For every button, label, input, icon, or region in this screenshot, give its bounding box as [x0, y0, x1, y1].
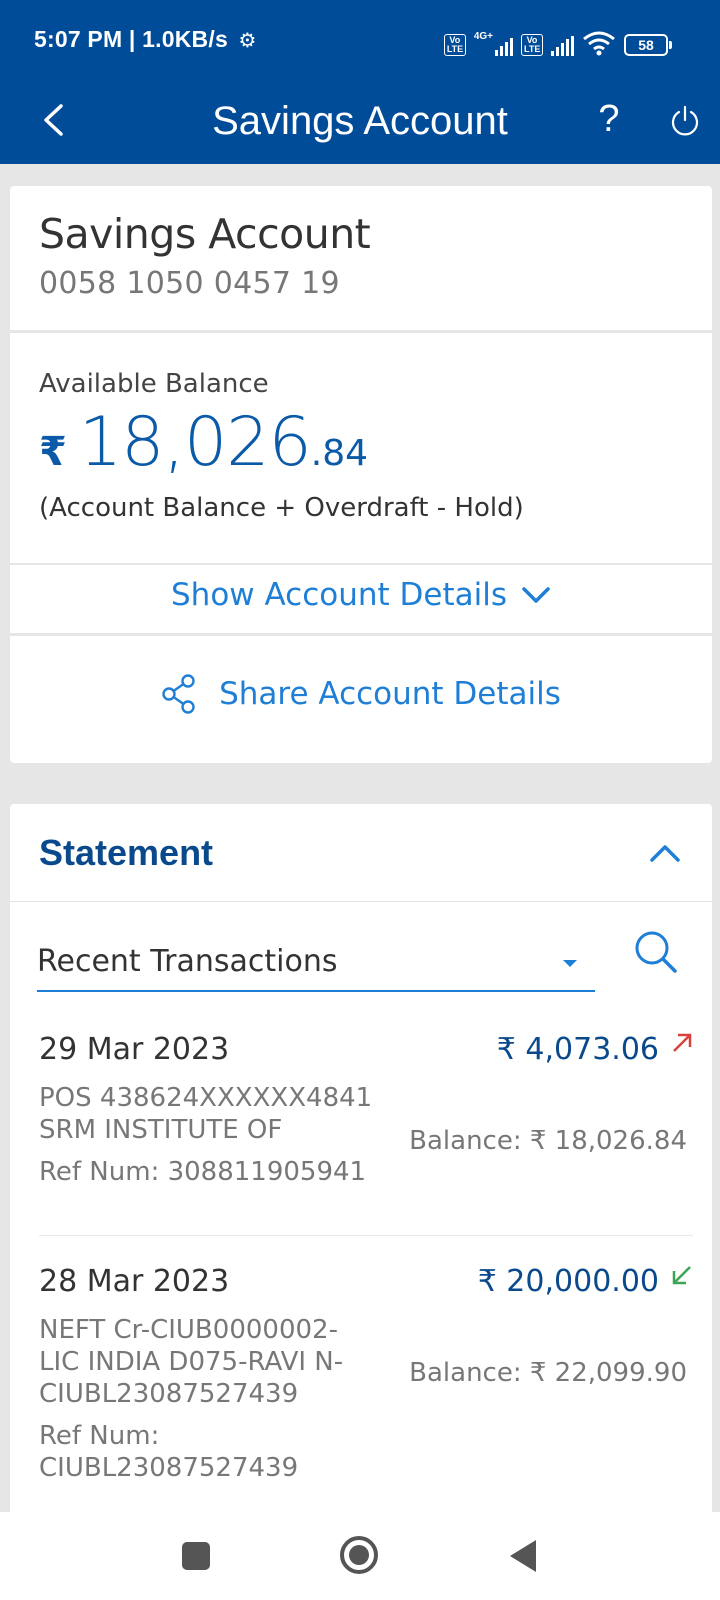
balance-card: Available Balance ₹ 18,026 .84 (Account … [10, 333, 712, 563]
search-icon [635, 931, 677, 973]
description-line: CIUBL23087527439 [39, 1379, 299, 1409]
status-separator: | [128, 26, 136, 52]
status-time: 5:07 PM | 1.0KB/s ⚙ [34, 26, 257, 53]
network-type: 4G+ [473, 31, 493, 42]
network-speed: 1.0KB/s [142, 26, 228, 52]
transaction-filter-dropdown[interactable]: Recent Transactions [37, 932, 595, 992]
statement-card: Statement Recent Transactions 29 Mar 202… [10, 804, 712, 1512]
battery-level: 58 [624, 34, 668, 56]
balance-note: (Account Balance + Overdraft - Hold) [39, 493, 524, 523]
filter-value: Recent Transactions [37, 944, 338, 979]
dropdown-caret-icon [563, 960, 577, 967]
ref-label: Ref Num: [39, 1421, 160, 1451]
volte-icon-2: Vo LTE [521, 34, 543, 56]
power-icon [671, 105, 699, 136]
back-icon[interactable] [510, 1540, 536, 1572]
top-app-bar: Savings Account ? [0, 82, 720, 164]
help-button[interactable]: ? [584, 90, 634, 150]
description-line: POS 438624XXXXXX4841 [39, 1083, 373, 1113]
share-details-label: Share Account Details [219, 676, 561, 712]
status-icons: Vo LTE 4G+ Vo LTE 58 [443, 26, 672, 56]
account-number: 0058 1050 0457 19 [39, 266, 340, 301]
home-icon[interactable] [340, 1536, 378, 1574]
statement-title: Statement [39, 832, 214, 873]
chevron-down-icon [522, 587, 550, 603]
description-line: SRM INSTITUTE OF [39, 1115, 283, 1145]
account-name: Savings Account [39, 210, 371, 258]
transaction-ref: Ref Num: 308811905941 [39, 1157, 367, 1187]
show-details-card: Show Account Details [10, 565, 712, 633]
volte-icon: Vo LTE [443, 34, 466, 56]
balance-integer: 18,026 [78, 403, 312, 482]
status-bar: 5:07 PM | 1.0KB/s ⚙ Vo LTE 4G+ Vo LTE 58 [0, 0, 720, 82]
system-navigation-bar [0, 1512, 720, 1600]
transaction-ref: Ref Num: CIUBL23087527439 [39, 1420, 298, 1484]
show-details-label: Show Account Details [171, 577, 507, 613]
signal-icon [495, 36, 513, 56]
search-button[interactable] [632, 928, 680, 976]
account-card: Savings Account 0058 1050 0457 19 [10, 186, 712, 330]
transaction-date: 28 Mar 2023 [39, 1264, 230, 1299]
transaction-date: 29 Mar 2023 [39, 1032, 230, 1067]
recent-apps-icon[interactable] [182, 1542, 210, 1570]
balance-decimal: .84 [310, 433, 369, 474]
rupee-symbol: ₹ [39, 430, 67, 474]
battery-icon: 58 [624, 34, 672, 56]
clock: 5:07 PM [34, 26, 123, 52]
app-header: 5:07 PM | 1.0KB/s ⚙ VoLTE 4G+ VoLTE 58 [0, 0, 720, 164]
transaction-balance: Balance: ₹ 18,026.84 [409, 1126, 687, 1156]
share-details-card: Share Account Details [10, 636, 712, 763]
share-account-details-button[interactable]: Share Account Details [10, 674, 712, 714]
share-icon [162, 674, 195, 714]
wifi-icon [583, 31, 615, 56]
available-balance: ₹ 18,026 .84 [39, 403, 368, 482]
gear-icon: ⚙ [238, 30, 257, 52]
statement-header[interactable]: Statement [10, 804, 712, 902]
collapse-statement-button[interactable] [642, 830, 688, 876]
description-line: LIC INDIA D075-RAVI N- [39, 1347, 344, 1377]
signal-icon-2 [551, 36, 574, 56]
credit-arrow-icon [672, 1266, 691, 1285]
transaction-description: NEFT Cr-CIUB0000002- LIC INDIA D075-RAVI… [39, 1314, 343, 1410]
logout-button[interactable] [662, 96, 708, 146]
transaction-row[interactable]: 28 Mar 2023 ₹ 20,000.00 NEFT Cr-CIUB0000… [39, 1258, 693, 1512]
transaction-row[interactable]: 29 Mar 2023 ₹ 4,073.06 POS 438624XXXXXX4… [39, 1026, 693, 1236]
transaction-description: POS 438624XXXXXX4841 SRM INSTITUTE OF [39, 1082, 372, 1146]
balance-label: Available Balance [39, 369, 269, 399]
help-icon: ? [598, 98, 620, 140]
chevron-up-icon [650, 845, 680, 862]
description-line: NEFT Cr-CIUB0000002- [39, 1315, 338, 1345]
ref-value: CIUBL23087527439 [39, 1453, 299, 1483]
show-account-details-button[interactable]: Show Account Details [10, 577, 712, 613]
transaction-amount: ₹ 4,073.06 [496, 1032, 659, 1067]
transaction-amount: ₹ 20,000.00 [477, 1264, 659, 1299]
transaction-balance: Balance: ₹ 22,099.90 [409, 1358, 687, 1388]
debit-arrow-icon [673, 1033, 692, 1052]
